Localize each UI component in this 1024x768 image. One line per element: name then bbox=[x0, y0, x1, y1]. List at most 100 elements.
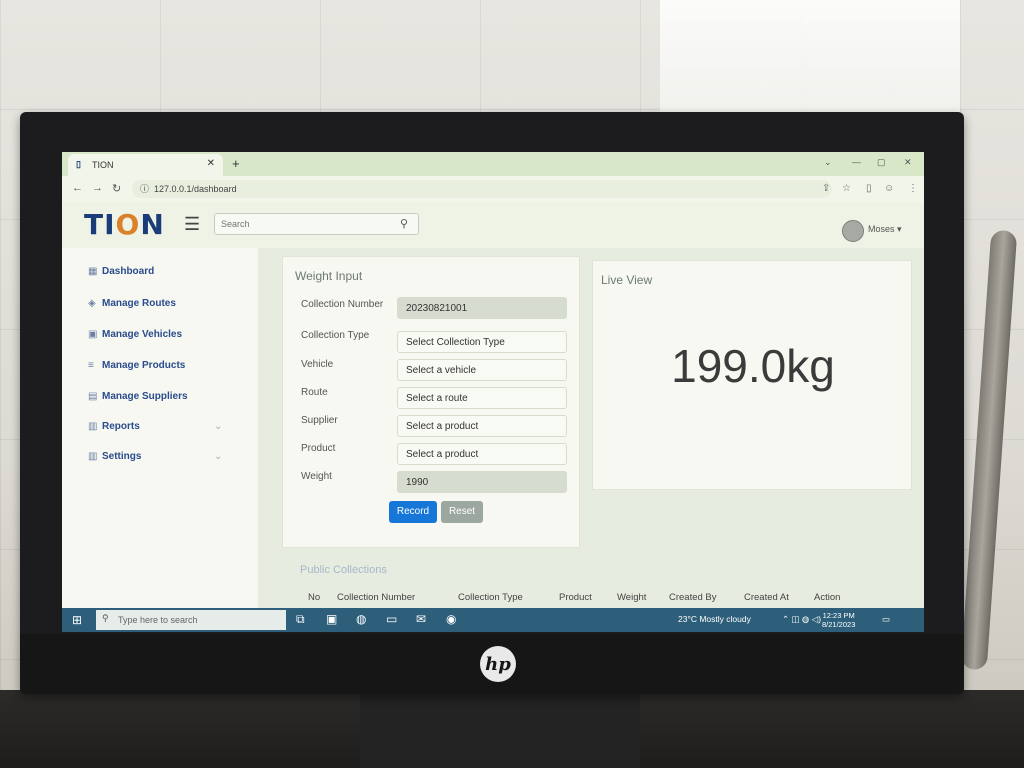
column-header-weight: Weight bbox=[617, 592, 647, 603]
notification-icon[interactable]: ▭ bbox=[882, 614, 890, 625]
monitor-stand bbox=[360, 694, 640, 768]
tab-close-icon[interactable]: ✕ bbox=[207, 158, 215, 169]
sidebar-item-label: Manage Routes bbox=[102, 298, 176, 309]
reload-icon[interactable]: ↻ bbox=[112, 182, 121, 195]
star-icon[interactable]: ☆ bbox=[842, 183, 851, 194]
avatar[interactable] bbox=[842, 220, 864, 242]
vehicle-select[interactable]: Select a vehicle bbox=[397, 359, 567, 381]
weight-input-title: Weight Input bbox=[295, 269, 363, 283]
url-text: 127.0.0.1/dashboard bbox=[154, 184, 237, 194]
sidebar-item-routes[interactable]: ◈ Manage Routes bbox=[88, 298, 176, 309]
logo-prefix: TI bbox=[84, 208, 116, 241]
search-icon: ⚲ bbox=[102, 613, 109, 623]
browser-tab[interactable]: ▯ TION ✕ bbox=[68, 154, 223, 176]
store-icon[interactable]: ▣ bbox=[326, 612, 337, 626]
taskbar-date: 8/21/2023 bbox=[822, 620, 856, 629]
live-weight-value: 199.0kg bbox=[671, 340, 835, 392]
forward-icon[interactable]: → bbox=[92, 182, 103, 194]
product-label: Product bbox=[301, 443, 336, 454]
chevron-down-icon: ⌄ bbox=[214, 421, 223, 432]
sidebar-item-label: Settings bbox=[102, 451, 142, 462]
chevron-down-icon: ⌄ bbox=[214, 451, 223, 462]
user-menu[interactable]: Moses ▾ bbox=[868, 224, 902, 235]
sidebar-item-vehicles[interactable]: ▣ Manage Vehicles bbox=[88, 329, 182, 340]
column-header-product: Product bbox=[559, 592, 592, 603]
hamburger-icon[interactable]: ☰ bbox=[184, 214, 200, 235]
reset-button[interactable]: Reset bbox=[441, 501, 483, 523]
column-header-created-at: Created At bbox=[744, 592, 789, 603]
menu-icon[interactable]: ⋮ bbox=[908, 183, 918, 194]
sidebar-item-reports[interactable]: ▥ Reports ⌄ bbox=[88, 421, 222, 432]
sidebar-item-label: Reports bbox=[102, 421, 140, 432]
tab-title: TION bbox=[92, 160, 114, 170]
collection-number-field[interactable]: 20230821001 bbox=[397, 297, 567, 319]
taskbar: ⊞ Type here to search ⚲ ⧉ ▣ ◍ ▭ ✉ ◉ 23°C… bbox=[62, 608, 924, 632]
collection-type-label: Collection Type bbox=[301, 330, 370, 341]
tion-favicon-icon: ▯ bbox=[76, 159, 81, 169]
profile-icon[interactable]: ☺ bbox=[884, 183, 894, 194]
sidebar-item-label: Manage Suppliers bbox=[102, 391, 188, 402]
live-view-title: Live View bbox=[601, 273, 653, 287]
back-icon[interactable]: ← bbox=[72, 182, 83, 194]
weather-widget[interactable]: 23°C Mostly cloudy bbox=[678, 614, 751, 624]
dashboard-icon: ▦ bbox=[88, 266, 98, 277]
search-input[interactable] bbox=[214, 213, 419, 235]
column-header-no: No bbox=[308, 592, 321, 603]
live-view-card: Live View 199.0kg bbox=[592, 260, 912, 490]
products-icon: ≡ bbox=[88, 360, 94, 371]
chrome-icon[interactable]: ◉ bbox=[446, 612, 456, 626]
sidebar-item-label: Dashboard bbox=[102, 266, 155, 277]
screen: ▯ TION ✕ + ⌄ — ▢ ✕ ← → ↻ ⓘ 127.0.0.1/das… bbox=[62, 152, 924, 632]
close-window-icon[interactable]: ✕ bbox=[904, 157, 912, 168]
weight-field[interactable]: 1990 bbox=[397, 471, 567, 493]
edge-icon[interactable]: ◍ bbox=[356, 612, 366, 626]
logo-suffix: N bbox=[140, 208, 165, 241]
taskbar-search[interactable]: Type here to search bbox=[96, 610, 286, 630]
windows-start-icon[interactable]: ⊞ bbox=[72, 613, 82, 627]
new-tab-icon[interactable]: + bbox=[232, 156, 240, 171]
column-header-created-by: Created By bbox=[669, 592, 717, 603]
hp-logo: hp bbox=[480, 646, 516, 682]
mail-icon[interactable]: ✉ bbox=[416, 612, 426, 626]
product-select[interactable]: Select a product bbox=[397, 443, 567, 465]
address-bar: ← → ↻ ⓘ 127.0.0.1/dashboard ⇪ ☆ ▯ ☺ ⋮ bbox=[62, 176, 924, 202]
settings-icon: ▥ bbox=[88, 451, 98, 462]
task-view-icon[interactable]: ⧉ bbox=[296, 612, 305, 627]
record-button[interactable]: Record bbox=[389, 501, 437, 523]
route-label: Route bbox=[301, 387, 328, 398]
reports-icon: ▥ bbox=[88, 421, 98, 432]
share-icon[interactable]: ⇪ bbox=[822, 183, 830, 194]
minimize-icon[interactable]: — bbox=[852, 157, 861, 167]
main-content: Weight Input Collection Number 202308210… bbox=[258, 248, 924, 608]
weight-input-card: Weight Input Collection Number 202308210… bbox=[282, 256, 580, 548]
sidebar-item-dashboard[interactable]: ▦ Dashboard bbox=[88, 266, 154, 277]
taskbar-clock[interactable]: 12:23 PM 8/21/2023 bbox=[822, 611, 855, 629]
maximize-icon[interactable]: ▢ bbox=[877, 157, 886, 168]
app-header: TION ☰ ⚲ Moses ▾ bbox=[62, 202, 924, 248]
system-tray-icons[interactable]: ⌃ ◫ ◍ ◁) bbox=[782, 614, 821, 625]
weight-label: Weight bbox=[301, 471, 332, 482]
suppliers-icon: ▤ bbox=[88, 391, 98, 402]
sidebar-item-suppliers[interactable]: ▤ Manage Suppliers bbox=[88, 391, 188, 402]
sidebar-item-products[interactable]: ≡ Manage Products bbox=[88, 360, 185, 371]
search-icon[interactable]: ⚲ bbox=[400, 217, 408, 230]
sidepanel-icon[interactable]: ▯ bbox=[866, 183, 872, 194]
sidebar-item-settings[interactable]: ▥ Settings ⌄ bbox=[88, 451, 222, 462]
tion-logo[interactable]: TION bbox=[84, 208, 165, 241]
vehicles-icon: ▣ bbox=[88, 329, 98, 340]
collection-type-select[interactable]: Select Collection Type bbox=[397, 331, 567, 353]
sidebar-item-label: Manage Vehicles bbox=[102, 329, 183, 340]
file-explorer-icon[interactable]: ▭ bbox=[386, 612, 397, 626]
column-header-action: Action bbox=[814, 592, 841, 603]
route-select[interactable]: Select a route bbox=[397, 387, 567, 409]
supplier-label: Supplier bbox=[301, 415, 338, 426]
url-field[interactable]: ⓘ 127.0.0.1/dashboard bbox=[132, 180, 832, 198]
window-light bbox=[660, 0, 960, 130]
sidebar-item-label: Manage Products bbox=[102, 360, 186, 371]
info-icon[interactable]: ⓘ bbox=[140, 180, 149, 198]
supplier-select[interactable]: Select a product bbox=[397, 415, 567, 437]
user-name: Moses bbox=[868, 224, 895, 234]
tab-search-icon[interactable]: ⌄ bbox=[824, 157, 832, 168]
vehicle-label: Vehicle bbox=[301, 359, 334, 370]
taskbar-time: 12:23 PM bbox=[822, 611, 855, 620]
